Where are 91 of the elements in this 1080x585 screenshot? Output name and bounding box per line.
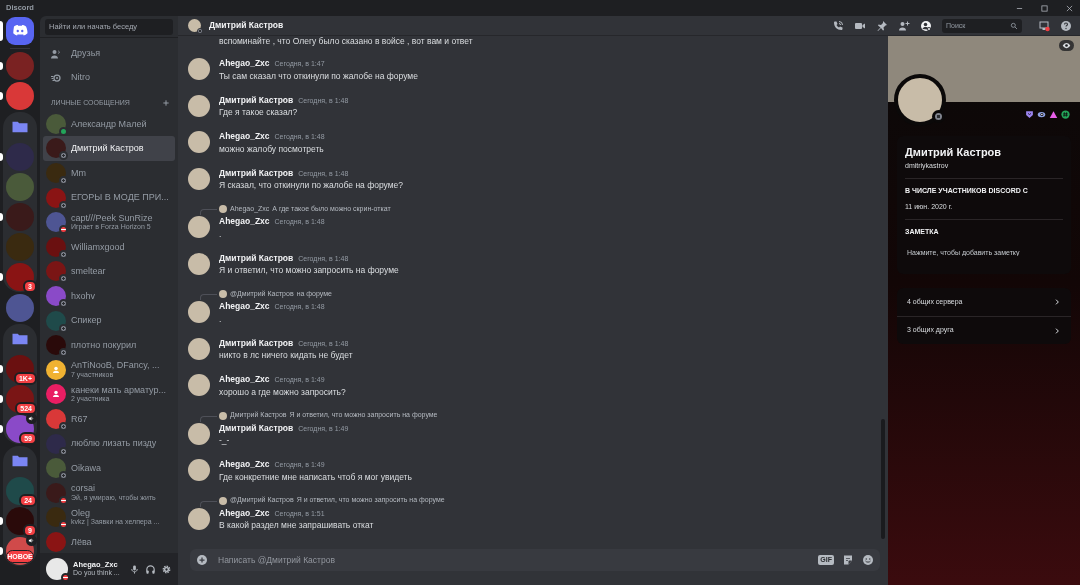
shield-icon xyxy=(1025,110,1034,119)
microphone-icon[interactable] xyxy=(129,563,140,575)
reply-connector xyxy=(200,209,217,215)
dm-item[interactable]: ЕГОРЫ В МОДЕ ПРИ... xyxy=(43,185,175,210)
dm-item[interactable]: люблю лизать пизду xyxy=(43,431,175,456)
dm-item[interactable]: Williamxgood xyxy=(43,234,175,260)
message-author[interactable]: Ahegao_Zxc xyxy=(219,373,270,385)
avatar[interactable] xyxy=(188,131,210,153)
message-text: В какой раздел мне запрашивать откат xyxy=(219,519,374,532)
plus-circle-icon[interactable] xyxy=(196,554,208,566)
triangle-icon xyxy=(1049,110,1058,119)
message-author[interactable]: Дмитрий Кастров xyxy=(219,166,294,179)
dm-item[interactable]: Oikawa xyxy=(43,455,175,481)
message-text: . xyxy=(219,312,223,326)
chevron-right-icon[interactable] xyxy=(1053,298,1061,306)
nitro-icon xyxy=(50,72,62,84)
dm-item[interactable]: Mm xyxy=(43,160,175,186)
headphones-icon[interactable] xyxy=(145,563,156,575)
message-text: Я сказал, что откинули по жалобе на форуме? xyxy=(219,179,403,192)
message-text: Где я такое сказал? xyxy=(219,106,299,119)
dm-item[interactable]: Лёва xyxy=(43,529,175,554)
message-text: Я и ответил, что можно запросить на форуме xyxy=(219,264,399,277)
eye-icon[interactable] xyxy=(1062,41,1071,50)
maximize-icon[interactable] xyxy=(1040,3,1049,13)
search-icon xyxy=(1010,21,1018,30)
dm-item[interactable]: Александр Малей xyxy=(43,111,175,137)
message-author[interactable]: Дмитрий Кастров xyxy=(219,251,294,264)
message-author[interactable]: Дмитрий Кастров xyxy=(219,421,294,434)
nav-item[interactable]: Друзья xyxy=(44,42,174,66)
profile-icon[interactable] xyxy=(920,19,932,32)
avatar[interactable] xyxy=(188,58,210,80)
avatar[interactable] xyxy=(188,337,210,360)
dm-item[interactable]: R67 xyxy=(43,406,175,432)
server-icon[interactable] xyxy=(6,294,34,322)
chat-title: Дмитрий Кастров xyxy=(209,19,284,32)
reply-avatar xyxy=(219,205,227,213)
message-author[interactable]: Ahegao_Zxc xyxy=(219,458,270,470)
chevron-right-icon[interactable] xyxy=(1053,326,1061,335)
dm-item[interactable]: smeltear xyxy=(43,259,175,284)
dm-item[interactable]: Спикер xyxy=(43,308,175,333)
nav-item[interactable]: Nitro xyxy=(44,66,174,90)
reply-avatar xyxy=(219,290,227,298)
message-author[interactable]: Ahegao_Zxc xyxy=(219,300,270,312)
message-author[interactable]: Ahegao_Zxc xyxy=(219,57,270,69)
message-text: хорошо а где можно запросить? xyxy=(219,385,346,399)
message-author[interactable]: Дмитрий Кастров xyxy=(219,93,294,106)
message-text: никто в лс ничего кидать не будет xyxy=(219,349,353,362)
close-icon[interactable] xyxy=(1065,3,1074,13)
avatar[interactable] xyxy=(188,422,210,445)
reply-connector xyxy=(200,294,217,300)
sticker-icon[interactable] xyxy=(842,554,854,566)
hash-icon xyxy=(1061,110,1070,119)
server-icon[interactable] xyxy=(6,82,34,110)
settings-icon[interactable] xyxy=(161,563,172,575)
reply-connector xyxy=(200,415,217,422)
inbox-icon[interactable] xyxy=(1038,19,1050,32)
avatar[interactable] xyxy=(188,301,210,323)
avatar[interactable] xyxy=(188,507,210,530)
dm-item[interactable]: плотно покурил xyxy=(43,332,175,358)
message-author[interactable]: Ahegao_Zxc xyxy=(219,130,270,142)
emoji-icon[interactable] xyxy=(862,554,874,566)
message-text: Где конкретние мне написать чтоб я мог увидеть xyxy=(219,470,412,484)
avatar[interactable] xyxy=(188,374,210,396)
reply-avatar xyxy=(219,496,227,505)
home-button[interactable] xyxy=(6,17,34,45)
reply-avatar xyxy=(219,411,227,420)
help-icon[interactable] xyxy=(1060,19,1072,32)
message-author[interactable]: Ahegao_Zxc xyxy=(219,506,270,519)
message-text: -_- xyxy=(219,434,231,447)
reply-connector xyxy=(200,500,217,507)
message-text: вспоминайте , что Олегу было сказано в войсе , вот вам и ответ xyxy=(218,36,474,46)
avatar xyxy=(46,531,66,552)
pin-icon[interactable] xyxy=(876,19,888,32)
message-text: . xyxy=(219,227,223,241)
message-text: Ты сам сказал что откинули по жалобе на форуме xyxy=(219,69,418,83)
plus-icon[interactable] xyxy=(162,99,170,108)
avatar[interactable] xyxy=(188,167,210,190)
ring-icon xyxy=(1037,110,1046,119)
avatar[interactable] xyxy=(188,216,210,238)
friends-icon xyxy=(50,48,62,60)
avatar[interactable] xyxy=(188,94,210,117)
message-author[interactable]: Ahegao_Zxc xyxy=(219,215,270,227)
avatar[interactable] xyxy=(188,252,210,275)
profile-name: Дмитрий Кастров xyxy=(905,145,1003,160)
dm-item[interactable]: Дмитрий Кастров xyxy=(43,136,175,161)
avatar[interactable] xyxy=(188,459,210,481)
message-text: можно жалобу посмотреть xyxy=(219,142,325,156)
dm-item[interactable]: hxohv xyxy=(43,283,175,309)
message-author[interactable]: Дмитрий Кастров xyxy=(219,336,294,349)
add-friend-icon[interactable] xyxy=(898,19,910,32)
phone-icon[interactable] xyxy=(832,19,844,32)
